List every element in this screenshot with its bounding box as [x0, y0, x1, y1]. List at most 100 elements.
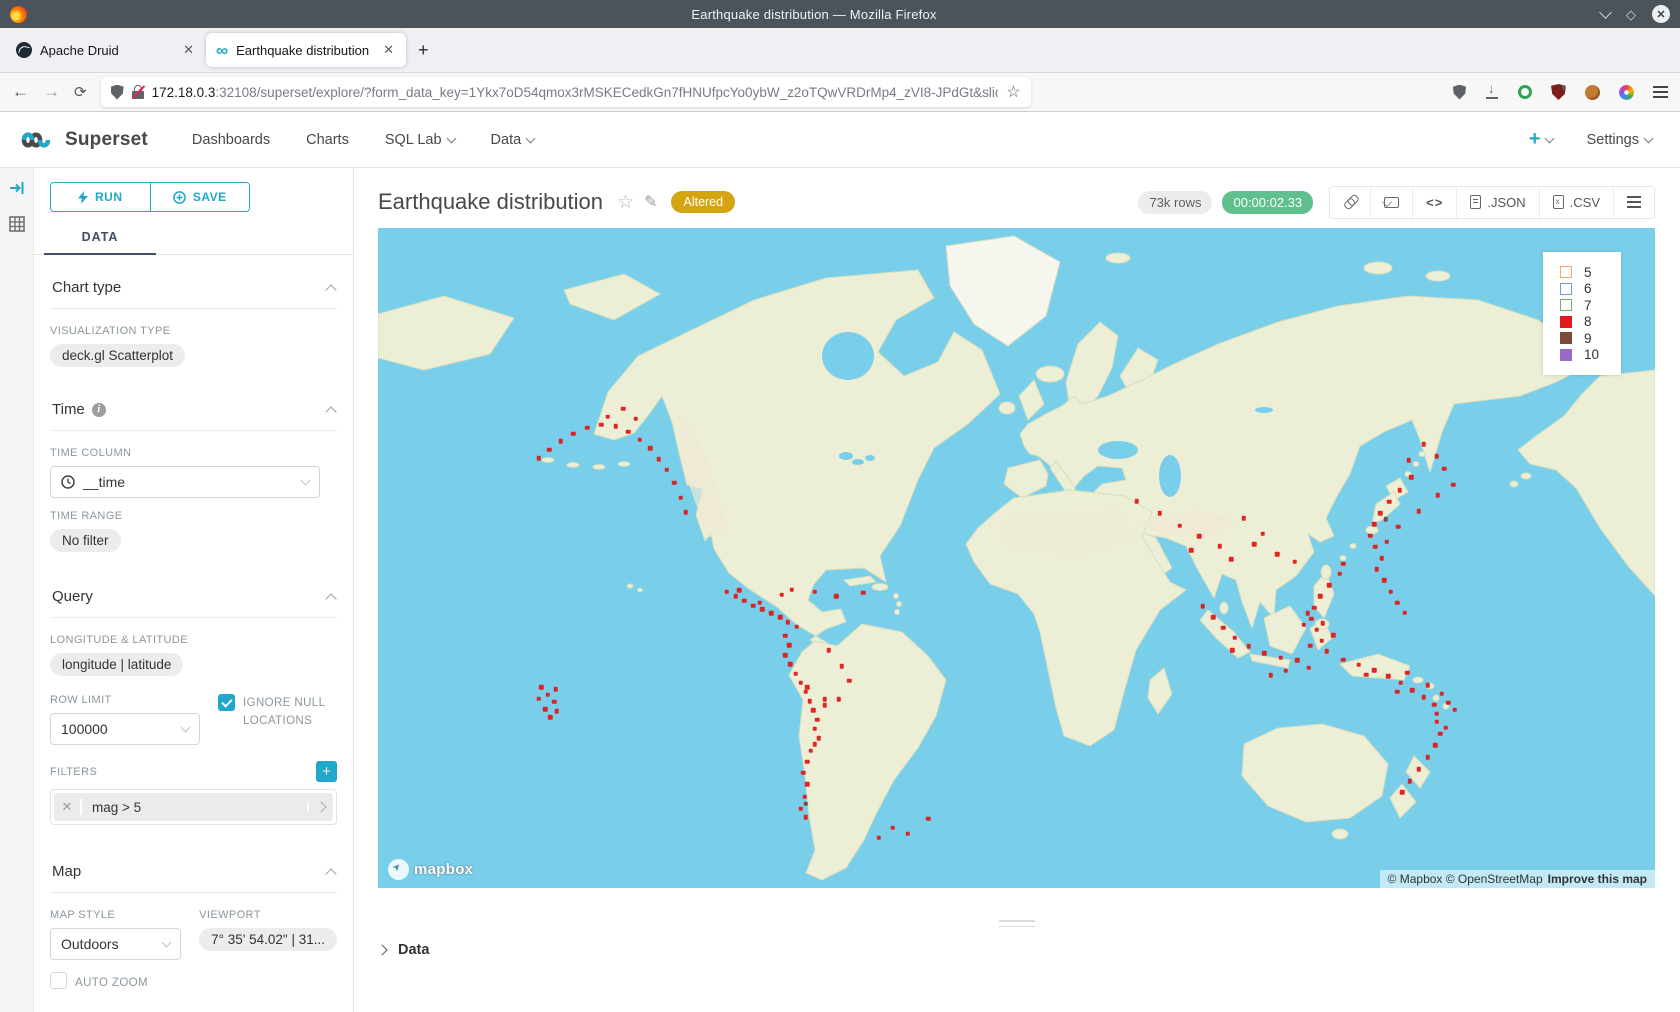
tab-earthquake-distribution[interactable]: ∞ Earthquake distribution ✕	[206, 33, 406, 67]
extension-green-icon[interactable]	[1518, 85, 1532, 99]
ublock-icon[interactable]: 2	[1551, 84, 1566, 100]
filter-item[interactable]: ✕ mag > 5	[54, 793, 333, 821]
legend-row[interactable]: 9	[1560, 330, 1621, 347]
tab-close-icon[interactable]: ✕	[381, 42, 396, 58]
map-point	[1385, 539, 1390, 544]
viewport-value[interactable]: 7° 35' 54.02" | 31...	[199, 928, 337, 951]
superset-navbar: Superset Dashboards Charts SQL Lab Data …	[0, 112, 1680, 168]
embed-code-button[interactable]: <>	[1412, 187, 1456, 218]
extension-shield-icon[interactable]	[1453, 85, 1466, 100]
map-point	[1261, 531, 1266, 536]
reload-button[interactable]: ⟳	[74, 83, 87, 101]
superset-brand[interactable]: Superset	[18, 127, 148, 153]
maximize-icon[interactable]: ◇	[1626, 8, 1636, 21]
bookmark-star-icon[interactable]: ☆	[1006, 82, 1020, 102]
edit-properties-icon[interactable]: ✎	[644, 192, 657, 212]
section-query[interactable]: Query	[50, 568, 337, 618]
section-map[interactable]: Map	[50, 843, 337, 893]
cookie-extension-icon[interactable]	[1585, 85, 1600, 100]
menu-icon[interactable]	[1653, 86, 1668, 98]
map-point	[1383, 517, 1388, 522]
deckgl-map[interactable]: 5678910 mapbox © Mapbox © OpenStreetMap …	[378, 228, 1655, 888]
nav-dashboards[interactable]: Dashboards	[192, 132, 270, 148]
export-csv-button[interactable]: .CSV	[1539, 187, 1613, 218]
attribution-text[interactable]: © Mapbox © OpenStreetMap	[1388, 872, 1543, 886]
section-time[interactable]: Timei	[50, 381, 337, 431]
email-button[interactable]	[1370, 187, 1412, 218]
legend-row[interactable]: 6	[1560, 281, 1621, 298]
legend-row[interactable]: 7	[1560, 297, 1621, 314]
run-button[interactable]: RUN	[51, 183, 150, 211]
auto-zoom-checkbox[interactable]	[50, 972, 67, 989]
data-results-label: Data	[398, 942, 429, 958]
new-tab-button[interactable]: +	[406, 40, 441, 61]
url-text[interactable]: 172.18.0.3:32108/superset/explore/?form_…	[152, 85, 999, 100]
remove-filter-icon[interactable]: ✕	[54, 799, 82, 815]
map-point	[798, 680, 803, 685]
map-point	[1318, 594, 1323, 599]
legend-row[interactable]: 5	[1560, 264, 1621, 281]
forward-button[interactable]: →	[43, 82, 60, 102]
chart-header: Earthquake distribution ☆ ✎ Altered 73k …	[354, 168, 1680, 220]
back-button[interactable]: ←	[12, 82, 29, 102]
map-point	[1341, 657, 1346, 662]
downloads-icon[interactable]	[1485, 85, 1499, 99]
minimize-icon[interactable]	[1599, 6, 1612, 19]
ignore-null-checkbox[interactable]	[218, 694, 235, 711]
legend-label: 5	[1584, 265, 1592, 280]
legend-row[interactable]: 8	[1560, 314, 1621, 331]
tracking-shield-icon[interactable]	[111, 85, 124, 100]
map-point	[1451, 482, 1456, 487]
add-filter-button[interactable]: +	[316, 761, 337, 782]
favorite-star-icon[interactable]: ☆	[617, 191, 634, 214]
data-results-toggle[interactable]: Data	[378, 942, 429, 958]
nav-charts[interactable]: Charts	[306, 132, 349, 148]
mapbox-logo[interactable]: mapbox	[388, 859, 473, 880]
copy-link-button[interactable]	[1330, 187, 1370, 218]
filter-value[interactable]: mag > 5	[82, 800, 307, 815]
chevron-up-icon	[325, 284, 336, 295]
map-style-select[interactable]: Outdoors	[50, 928, 181, 960]
time-column-select[interactable]: __time	[50, 466, 320, 498]
info-icon: i	[92, 403, 106, 417]
map-point	[805, 685, 810, 690]
map-legend: 5678910	[1543, 252, 1621, 375]
map-point	[552, 700, 557, 705]
mapbox-compass-icon	[388, 859, 409, 880]
section-chart-type[interactable]: Chart type	[50, 255, 337, 309]
insecure-lock-icon[interactable]	[132, 85, 144, 99]
url-bar[interactable]: 172.18.0.3:32108/superset/explore/?form_…	[101, 77, 1031, 107]
export-json-button[interactable]: .JSON	[1456, 187, 1538, 218]
more-options-button[interactable]	[1613, 187, 1654, 218]
map-point	[1382, 578, 1387, 583]
viz-type-value[interactable]: deck.gl Scatterplot	[50, 344, 185, 367]
dataset-grid-icon[interactable]	[9, 216, 25, 232]
lonlat-value[interactable]: longitude | latitude	[50, 653, 183, 676]
map-point	[684, 510, 689, 515]
tab-close-icon[interactable]: ✕	[181, 42, 196, 58]
map-point	[876, 836, 881, 841]
tab-data[interactable]: DATA	[44, 230, 156, 255]
expand-datasource-icon[interactable]	[9, 180, 25, 196]
chevron-right-icon[interactable]	[307, 803, 333, 811]
save-button[interactable]: SAVE	[150, 183, 250, 211]
nav-data[interactable]: Data	[491, 132, 535, 148]
tab-apache-druid[interactable]: Apache Druid ✕	[6, 33, 206, 67]
add-new-button[interactable]: +	[1529, 128, 1553, 151]
row-limit-select[interactable]: 100000	[50, 713, 200, 745]
time-range-value[interactable]: No filter	[50, 529, 121, 552]
map-point	[1321, 621, 1326, 626]
close-icon[interactable]: ✕	[1652, 5, 1670, 23]
map-point	[553, 687, 558, 692]
improve-map-link[interactable]: Improve this map	[1548, 872, 1647, 886]
nav-sql-lab[interactable]: SQL Lab	[385, 132, 455, 148]
settings-menu[interactable]: Settings	[1587, 132, 1652, 148]
section-point-size[interactable]: Point Size	[50, 1006, 337, 1012]
colorful-extension-icon[interactable]	[1619, 85, 1634, 100]
map-point	[1372, 668, 1377, 673]
map-point	[1337, 572, 1342, 577]
map-point	[678, 496, 683, 501]
pane-drag-handle[interactable]	[999, 920, 1035, 931]
legend-row[interactable]: 10	[1560, 347, 1621, 364]
map-point	[1387, 500, 1392, 505]
